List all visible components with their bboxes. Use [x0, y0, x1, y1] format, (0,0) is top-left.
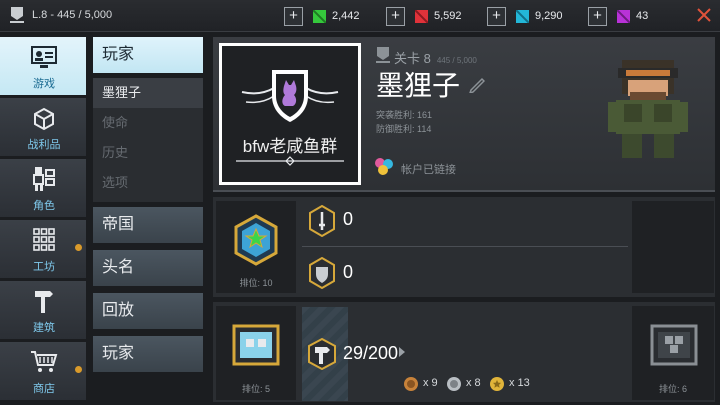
nav-item-workshop[interactable]: 工坊: [0, 220, 88, 278]
cyan-resource: + 9,290: [487, 6, 563, 26]
red-resource: + 5,592: [386, 6, 462, 26]
cyan-value: 9,290: [535, 10, 563, 22]
edit-pencil-icon[interactable]: [467, 73, 485, 93]
build-hammer-icon: [308, 338, 336, 370]
red-value: 5,592: [434, 10, 462, 22]
nav-label-game: 游戏: [33, 78, 55, 90]
submenu-button-replay[interactable]: 回放: [93, 293, 203, 329]
workshop-block-icon: [232, 324, 280, 366]
loot-box-icon: [34, 107, 54, 131]
workshop-rank-right: 排位: 6: [658, 384, 687, 394]
cat-crest-icon: [241, 70, 339, 122]
cart-icon: [31, 351, 58, 372]
nav-item-game[interactable]: 游戏: [0, 37, 88, 95]
id-card-icon: [31, 46, 57, 68]
level-readout: L.8 - 445 / 5,000: [32, 9, 113, 21]
top-bar: L.8 - 445 / 5,000 + 2,442 + 5,592 + 9,29…: [0, 0, 720, 32]
submenu-item-history[interactable]: 历史: [93, 138, 203, 168]
silver-medal-count: x 8: [466, 377, 481, 389]
submenu-item-profile[interactable]: 墨狸子: [93, 78, 203, 108]
nav-label-build: 建筑: [33, 322, 55, 334]
green-resource: + 2,442: [284, 6, 360, 26]
purple-gem-icon: [617, 9, 630, 23]
build-progress: 29/200: [343, 343, 399, 363]
clan-emblem[interactable]: bfw老咸鱼群: [219, 43, 361, 185]
chevron-right-icon[interactable]: [398, 346, 406, 358]
purple-resource: + 43: [588, 6, 648, 26]
add-purple-button[interactable]: +: [588, 6, 607, 26]
close-icon[interactable]: [696, 7, 712, 23]
add-green-button[interactable]: +: [284, 6, 303, 26]
character-icon: [33, 167, 55, 191]
green-gem-icon: [313, 9, 326, 23]
purple-value: 43: [636, 10, 649, 22]
nav-item-shop[interactable]: 商店: [0, 342, 88, 400]
defense-wins: 防御胜利: 114: [376, 124, 432, 134]
empty-slot: [632, 201, 714, 293]
nav-item-build[interactable]: 建筑: [0, 281, 88, 339]
red-gem-icon: [415, 9, 428, 23]
green-value: 2,442: [332, 10, 360, 22]
submenu-button-empire[interactable]: 帝国: [93, 207, 203, 243]
notification-dot: [75, 244, 82, 251]
nav-label-loot: 战利品: [27, 139, 61, 151]
account-linked-status: 帐户已链接: [401, 164, 456, 176]
raid-wins: 突袭胜利: 161: [376, 110, 433, 120]
level-flag-icon: [376, 47, 390, 63]
hammer-icon: [35, 291, 53, 313]
workshop-rank-left: 排位: 5: [241, 384, 270, 394]
rank-label: 排位: 10: [239, 278, 273, 288]
gold-medal-count: x 13: [509, 377, 530, 389]
nav-label-shop: 商店: [33, 383, 55, 395]
silver-medal-icon: [447, 377, 461, 391]
rank-flag-icon: [10, 7, 24, 23]
cyan-gem-icon: [516, 9, 529, 23]
attack-value: 0: [343, 209, 354, 229]
nav-item-loot[interactable]: 战利品: [0, 98, 88, 156]
add-red-button[interactable]: +: [386, 6, 405, 26]
bronze-medal-count: x 9: [423, 377, 438, 389]
rank-star-badge-icon: [234, 214, 278, 266]
submenu-list: 墨狸子 使命 历史 选项: [93, 78, 203, 202]
submenu-header-player[interactable]: 玩家: [93, 37, 203, 73]
ornament-divider: [236, 156, 344, 166]
nav-item-character[interactable]: 角色: [0, 159, 88, 217]
attack-sword-icon: [309, 205, 335, 237]
submenu-button-top[interactable]: 头名: [93, 250, 203, 286]
submenu-button-players[interactable]: 玩家: [93, 336, 203, 372]
grid-icon: [33, 228, 55, 251]
add-cyan-button[interactable]: +: [487, 6, 506, 26]
nav-label-workshop: 工坊: [33, 261, 55, 273]
clan-name: bfw老咸鱼群: [242, 137, 338, 156]
divider: [302, 246, 628, 247]
player-name: 墨狸子: [376, 70, 461, 101]
defense-shield-icon: [309, 257, 335, 289]
linked-account-icon: [375, 158, 393, 175]
notification-dot: [75, 366, 82, 373]
gold-medal-icon: [490, 377, 504, 391]
submenu-item-options[interactable]: 选项: [93, 168, 203, 198]
nav-label-character: 角色: [33, 200, 55, 212]
submenu-item-mission[interactable]: 使命: [93, 108, 203, 138]
bronze-medal-icon: [404, 377, 418, 391]
player-avatar: [608, 60, 688, 158]
defense-value: 0: [343, 262, 354, 282]
locked-block-icon: [650, 324, 698, 366]
